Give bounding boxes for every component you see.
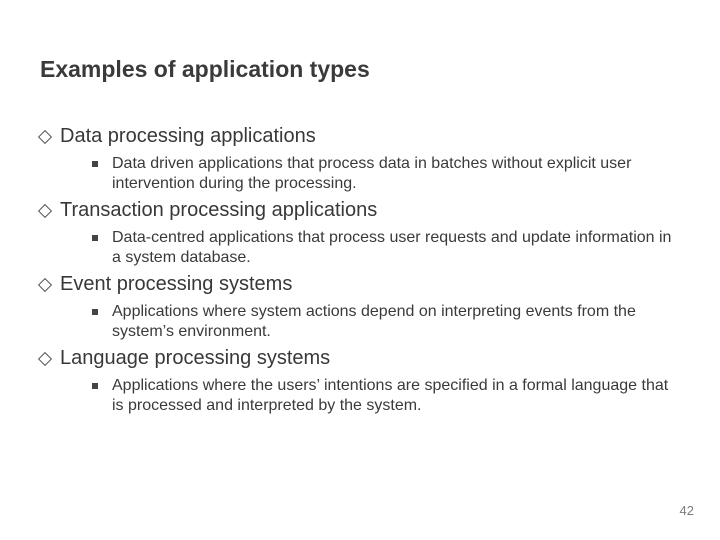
- diamond-bullet-icon: [38, 130, 52, 144]
- sub-item-text: Data-centred applications that process u…: [112, 228, 680, 267]
- diamond-bullet-icon: [38, 278, 52, 292]
- sub-list: Data driven applications that process da…: [40, 154, 680, 193]
- section-heading-text: Transaction processing applications: [60, 199, 377, 222]
- section-heading: Transaction processing applications: [40, 199, 680, 222]
- section-heading: Data processing applications: [40, 125, 680, 148]
- section-heading-text: Event processing systems: [60, 273, 292, 296]
- sub-item-text: Data driven applications that process da…: [112, 154, 680, 193]
- section-list: Data processing applications Data driven…: [40, 125, 680, 415]
- sub-list: Data-centred applications that process u…: [40, 228, 680, 267]
- square-bullet-icon: [92, 383, 98, 389]
- square-bullet-icon: [92, 235, 98, 241]
- section-heading-text: Data processing applications: [60, 125, 316, 148]
- diamond-bullet-icon: [38, 204, 52, 218]
- section-item: Transaction processing applications Data…: [40, 199, 680, 267]
- slide: Examples of application types Data proce…: [0, 0, 720, 540]
- square-bullet-icon: [92, 309, 98, 315]
- sub-item: Applications where the users’ intentions…: [92, 376, 680, 415]
- page-number: 42: [680, 503, 694, 518]
- sub-item-text: Applications where system actions depend…: [112, 302, 680, 341]
- section-heading-text: Language processing systems: [60, 347, 330, 370]
- section-item: Language processing systems Applications…: [40, 347, 680, 415]
- section-item: Data processing applications Data driven…: [40, 125, 680, 193]
- sub-item-text: Applications where the users’ intentions…: [112, 376, 680, 415]
- section-heading: Language processing systems: [40, 347, 680, 370]
- square-bullet-icon: [92, 161, 98, 167]
- sub-list: Applications where system actions depend…: [40, 302, 680, 341]
- section-item: Event processing systems Applications wh…: [40, 273, 680, 341]
- sub-item: Data-centred applications that process u…: [92, 228, 680, 267]
- diamond-bullet-icon: [38, 352, 52, 366]
- sub-item: Applications where system actions depend…: [92, 302, 680, 341]
- slide-title: Examples of application types: [40, 56, 680, 83]
- section-heading: Event processing systems: [40, 273, 680, 296]
- sub-item: Data driven applications that process da…: [92, 154, 680, 193]
- sub-list: Applications where the users’ intentions…: [40, 376, 680, 415]
